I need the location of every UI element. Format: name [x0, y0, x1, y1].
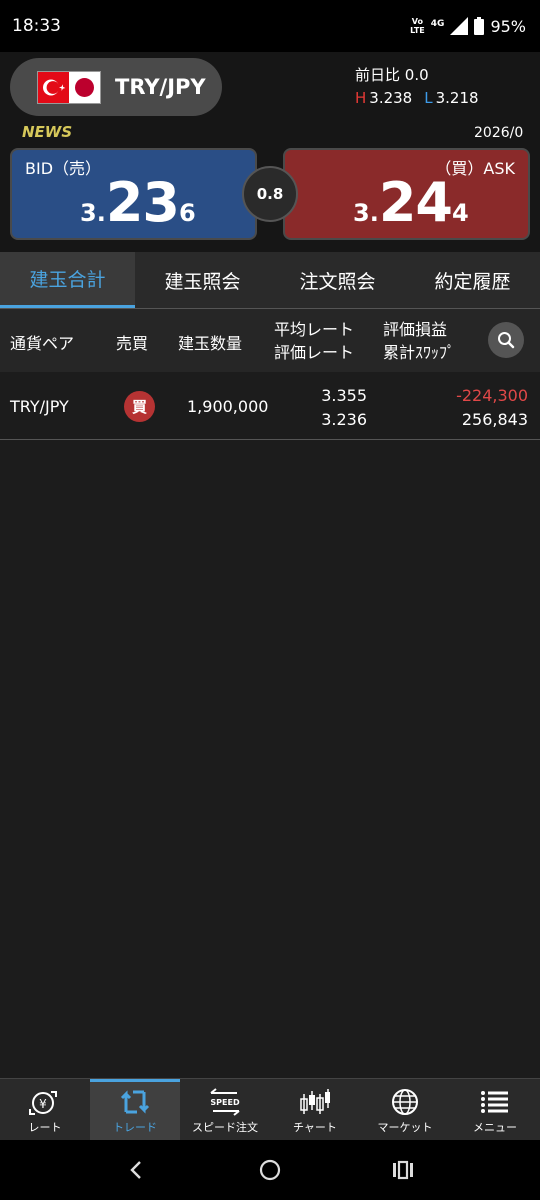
ask-button[interactable]: （買）ASK 3. 24 4 — [283, 148, 530, 240]
nav-speed-order-label: スピード注文 — [192, 1121, 258, 1134]
bid-price-last: 6 — [178, 199, 196, 227]
tab-position-summary[interactable]: 建玉合計 — [0, 252, 135, 308]
battery-level: 95% — [490, 16, 526, 36]
recents-icon[interactable] — [391, 1158, 415, 1182]
row-rates: 3.355 3.236 — [321, 384, 367, 432]
spread-badge: 0.8 — [242, 166, 298, 222]
column-header-pair: 通貨ペア — [10, 334, 75, 353]
status-icons: Vo LTE 4G 95% — [410, 17, 526, 36]
news-date: 2026/0 — [474, 125, 524, 141]
tab-position-inquiry[interactable]: 建玉照会 — [135, 252, 270, 308]
ask-price-last: 4 — [451, 199, 469, 227]
ask-price-big: 24 — [378, 171, 453, 234]
pair-selector-button[interactable]: TRY/JPY — [10, 58, 222, 116]
ask-price-prefix: 3. — [353, 199, 379, 227]
network-type: 4G — [430, 18, 445, 29]
nav-speed-order[interactable]: SPEED スピード注文 — [180, 1079, 270, 1141]
change-value: 0.0 — [404, 66, 429, 84]
high-value: 3.238 — [369, 89, 413, 107]
chart-icon — [300, 1089, 330, 1114]
column-header-quantity: 建玉数量 — [178, 334, 243, 353]
japan-flag-icon — [69, 71, 100, 103]
column-header-unrealized-pl: 評価損益 — [383, 320, 448, 339]
position-tabs: 建玉合計 建玉照会 注文照会 約定履歴 — [0, 252, 540, 309]
signal-icon — [450, 17, 469, 35]
bid-price-prefix: 3. — [80, 199, 106, 227]
column-header-side: 売買 — [116, 334, 149, 353]
low-label: L — [424, 89, 433, 107]
screen: 18:33 Vo LTE 4G 95% TRY/JPY 前日比 0.0 H 3.… — [0, 0, 540, 1200]
row-pair: TRY/JPY — [10, 397, 69, 416]
column-header-rates: 平均レート 評価レート — [274, 318, 354, 364]
nav-chart[interactable]: チャート — [270, 1079, 360, 1141]
column-header-evaluation-rate: 評価レート — [274, 343, 355, 362]
row-evaluation-rate: 3.236 — [321, 410, 367, 429]
speed-icon: SPEED — [210, 1088, 240, 1116]
nav-market[interactable]: マーケット — [360, 1079, 450, 1141]
svg-text:¥: ¥ — [39, 1097, 47, 1111]
trade-icon — [120, 1090, 150, 1114]
news-link[interactable]: NEWS — [22, 123, 72, 141]
nav-trade-label: トレード — [113, 1121, 157, 1134]
daily-change: 前日比 0.0 — [355, 64, 429, 85]
buy-badge: 買 — [124, 391, 155, 422]
bottom-nav: ¥ レート トレード SPEED スピード注文 チャート マーケット メニュー — [0, 1078, 540, 1141]
bid-button[interactable]: BID（売） 3. 23 6 — [10, 148, 257, 240]
tab-order-inquiry[interactable]: 注文照会 — [270, 252, 405, 308]
change-label: 前日比 — [355, 66, 401, 84]
bid-price-big: 23 — [105, 171, 180, 234]
turkey-flag-icon — [38, 71, 69, 103]
nav-rate-label: レート — [28, 1121, 62, 1134]
high-label: H — [355, 89, 367, 107]
nav-chart-label: チャート — [293, 1121, 337, 1134]
row-pl: -224,300 256,843 — [456, 384, 528, 432]
globe-icon — [392, 1089, 418, 1115]
row-average-rate: 3.355 — [321, 386, 367, 405]
ask-price: 3. 24 4 — [353, 171, 469, 234]
menu-icon — [481, 1091, 508, 1113]
row-unrealized-pl: -224,300 — [456, 386, 528, 405]
row-swap: 256,843 — [461, 410, 528, 429]
speed-icon-text: SPEED — [210, 1098, 240, 1107]
status-bar: 18:33 Vo LTE 4G 95% — [0, 0, 540, 52]
pair-name: TRY/JPY — [115, 75, 206, 99]
nav-trade[interactable]: トレード — [90, 1079, 180, 1141]
low-rate: L 3.218 — [424, 89, 478, 107]
rate-header: TRY/JPY 前日比 0.0 H 3.238 L 3.218 NEWS 2026/… — [0, 52, 540, 252]
nav-rate[interactable]: ¥ レート — [0, 1079, 90, 1141]
column-header-pl: 評価損益 累計ｽﾜｯﾌﾟ — [383, 318, 455, 364]
column-header-average-rate: 平均レート — [274, 320, 355, 339]
volte-icon: Vo LTE — [410, 17, 425, 35]
pair-flags — [37, 70, 101, 104]
status-time: 18:33 — [12, 16, 61, 36]
nav-market-label: マーケット — [377, 1121, 433, 1134]
high-rate: H 3.238 — [355, 89, 412, 107]
high-low: H 3.238 L 3.218 — [355, 89, 479, 107]
row-quantity: 1,900,000 — [187, 397, 269, 416]
nav-menu[interactable]: メニュー — [450, 1079, 540, 1141]
back-icon[interactable] — [125, 1158, 149, 1182]
system-nav-bar — [0, 1140, 540, 1200]
table-header: 通貨ペア 売買 建玉数量 平均レート 評価レート 評価損益 累計ｽﾜｯﾌﾟ — [0, 309, 540, 372]
search-button[interactable] — [488, 322, 524, 358]
rate-icon: ¥ — [29, 1091, 57, 1115]
low-value: 3.218 — [435, 89, 479, 107]
home-icon[interactable] — [258, 1158, 282, 1182]
nav-menu-label: メニュー — [473, 1121, 517, 1134]
tab-execution-history[interactable]: 約定履歴 — [405, 252, 540, 308]
bid-price: 3. 23 6 — [80, 171, 196, 234]
battery-icon — [474, 17, 485, 35]
search-icon — [498, 332, 515, 349]
column-header-swap: 累計ｽﾜｯﾌﾟ — [383, 343, 456, 362]
table-row[interactable]: TRY/JPY 買 1,900,000 3.355 3.236 -224,300… — [0, 372, 540, 440]
